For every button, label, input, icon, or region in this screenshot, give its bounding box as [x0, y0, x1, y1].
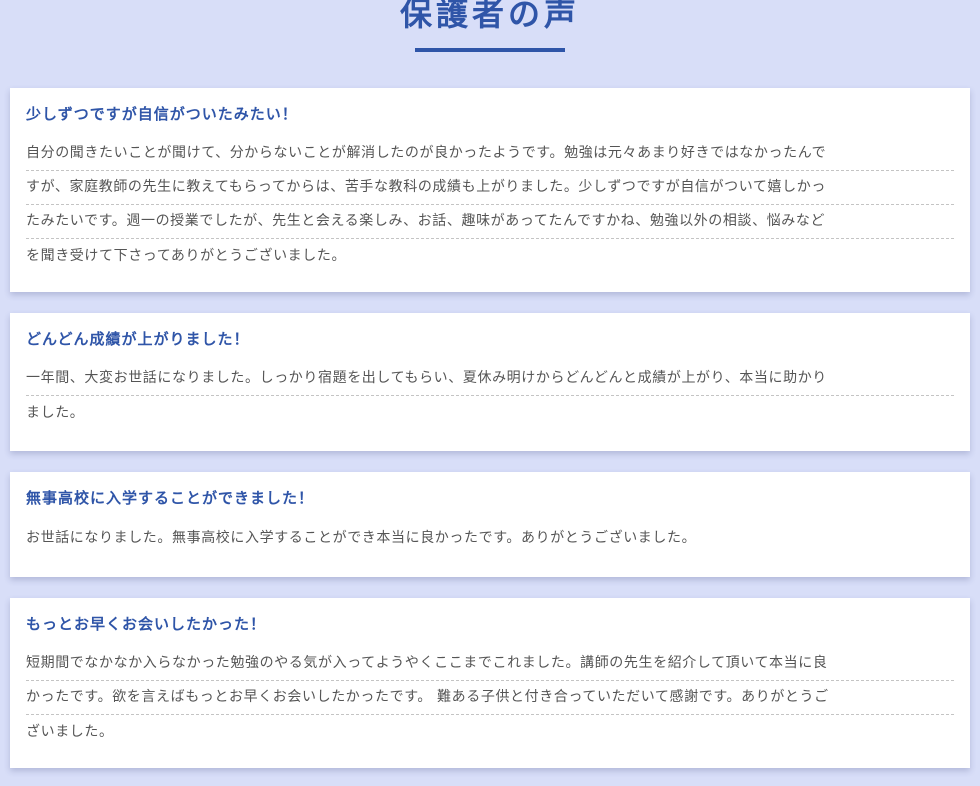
testimonial-line: 短期間でなかなか入らなかった勉強のやる気が入ってようやくここまでこれました。講師… [26, 647, 954, 681]
testimonial-title: 無事高校に入学することができました！ [26, 489, 315, 507]
testimonial-title: 少しずつですが自信がついたみたい！ [26, 105, 298, 123]
testimonial-line: を聞き受けて下さってありがとうございました。 [26, 248, 347, 264]
testimonial-title: もっとお早くお会いしたかった！ [26, 615, 267, 633]
section-title: 保護者の声 [399, 0, 580, 33]
testimonial-card: 無事高校に入学することができました！ お世話になりました。無事高校に入学すること… [10, 472, 970, 577]
testimonial-line: すが、家庭教師の先生に教えてもらってからは、苦手な教科の成績も上がりました。少し… [26, 171, 954, 205]
testimonial-body: 短期間でなかなか入らなかった勉強のやる気が入ってようやくここまでこれました。講師… [26, 647, 954, 749]
testimonial-line: ざいました。 [26, 724, 114, 740]
testimonial-body: 自分の聞きたいことが聞けて、分からないことが解消したのが良かったようです。勉強は… [26, 137, 954, 273]
testimonial-line: 一年間、大変お世話になりました。しっかり宿題を出してもらい、夏休み明けからどんど… [26, 362, 954, 396]
testimonial-card: もっとお早くお会いしたかった！ 短期間でなかなか入らなかった勉強のやる気が入って… [10, 598, 970, 768]
testimonial-body: お世話になりました。無事高校に入学することができ本当に良かったです。ありがとうご… [26, 521, 954, 555]
testimonial-line: お世話になりました。無事高校に入学することができ本当に良かったです。ありがとうご… [26, 530, 697, 546]
voices-section: 保護者の声 少しずつですが自信がついたみたい！ 自分の聞きたいことが聞けて、分か… [0, 0, 980, 786]
testimonial-card: 少しずつですが自信がついたみたい！ 自分の聞きたいことが聞けて、分からないことが… [10, 88, 970, 292]
title-underline [415, 48, 565, 52]
testimonial-title: どんどん成績が上がりました！ [26, 330, 250, 348]
testimonial-line: たみたいです。週一の授業でしたが、先生と会える楽しみ、お話、趣味があってたんです… [26, 205, 954, 239]
testimonial-line: 自分の聞きたいことが聞けて、分からないことが解消したのが良かったようです。勉強は… [26, 137, 954, 171]
testimonial-line: かったです。欲を言えばもっとお早くお会いしたかったです。 難ある子供と付き合って… [26, 681, 954, 715]
testimonial-card: どんどん成績が上がりました！ 一年間、大変お世話になりました。しっかり宿題を出し… [10, 313, 970, 451]
testimonial-body: 一年間、大変お世話になりました。しっかり宿題を出してもらい、夏休み明けからどんど… [26, 362, 954, 430]
testimonial-line: ました。 [26, 405, 85, 421]
